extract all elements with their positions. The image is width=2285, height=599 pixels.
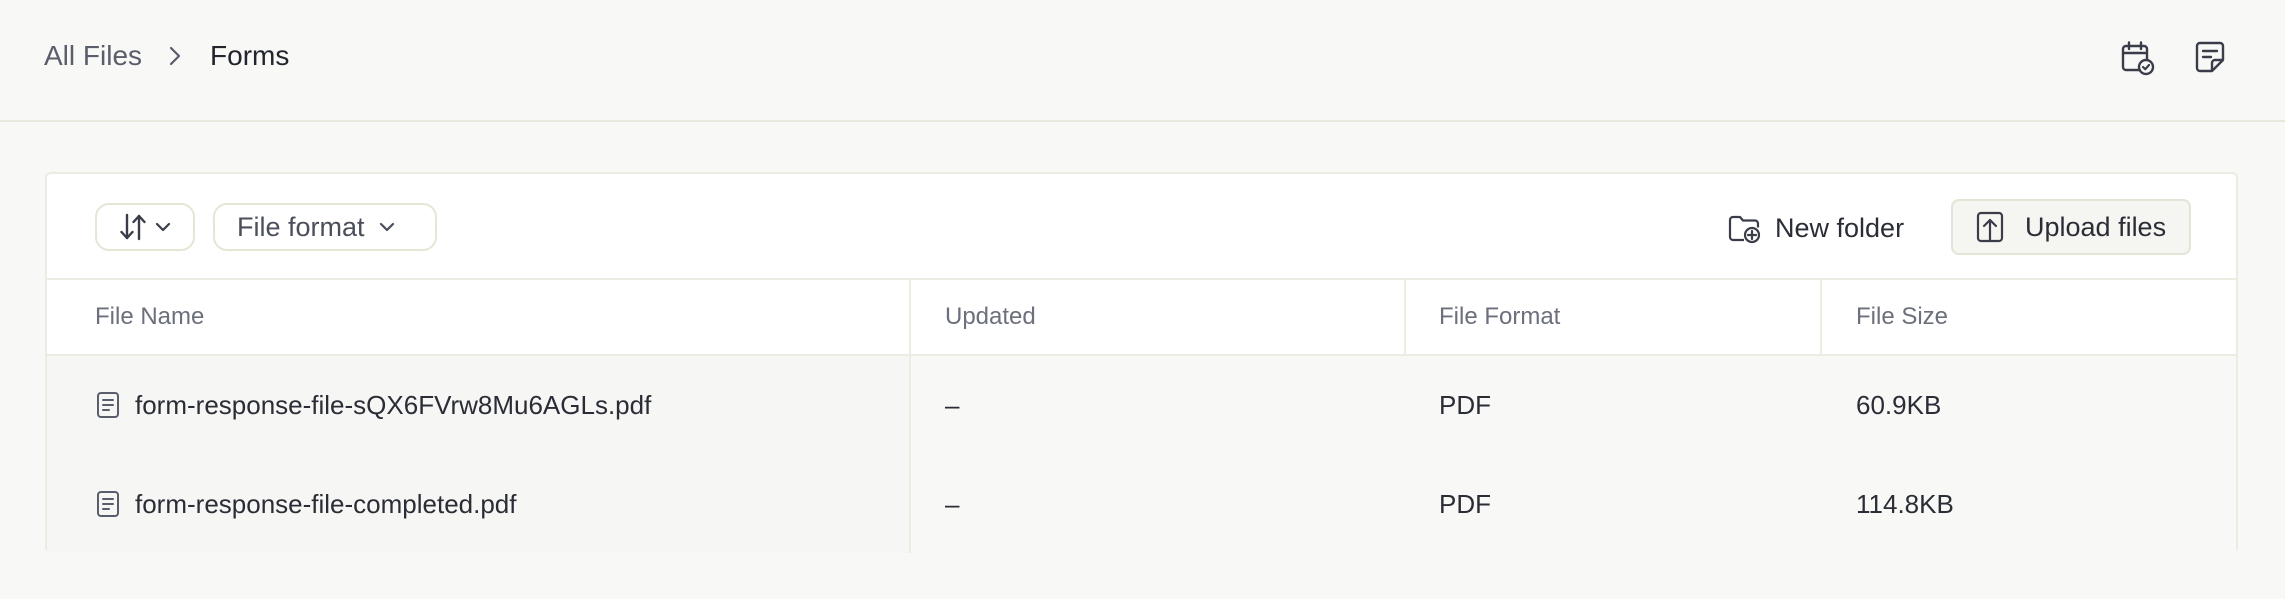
file-name-cell: form-response-file-completed.pdf bbox=[95, 455, 517, 553]
column-header-updated[interactable]: Updated bbox=[945, 280, 1036, 354]
file-format-filter[interactable]: File format bbox=[213, 203, 437, 251]
updated-cell: – bbox=[945, 488, 960, 519]
table-body: form-response-file-sQX6FVrw8Mu6AGLs.pdf … bbox=[47, 356, 2236, 553]
file-name-cell: form-response-file-sQX6FVrw8Mu6AGLs.pdf bbox=[95, 356, 651, 454]
column-header-file-format[interactable]: File Format bbox=[1439, 280, 1560, 354]
new-folder-label: New folder bbox=[1775, 212, 1905, 243]
table-row[interactable]: form-response-file-sQX6FVrw8Mu6AGLs.pdf … bbox=[47, 356, 2236, 454]
table-row[interactable]: form-response-file-completed.pdf – PDF 1… bbox=[47, 455, 2236, 553]
file-size-cell: 60.9KB bbox=[1856, 389, 1942, 420]
sticky-note-icon[interactable] bbox=[2190, 38, 2230, 78]
breadcrumb: All Files Forms bbox=[44, 36, 289, 76]
document-icon bbox=[95, 391, 121, 419]
breadcrumb-all-files[interactable]: All Files bbox=[44, 40, 142, 72]
upload-icon bbox=[1975, 210, 2005, 244]
breadcrumb-current: Forms bbox=[210, 40, 290, 71]
files-panel: File format New folder Upload files File… bbox=[45, 172, 2238, 553]
new-folder-button[interactable]: New folder bbox=[1727, 203, 1904, 253]
toolbar: File format New folder Upload files bbox=[47, 174, 2236, 280]
sort-arrows-icon bbox=[119, 212, 147, 242]
table-header: File Name Updated File Format File Size bbox=[47, 280, 2236, 356]
column-header-file-size[interactable]: File Size bbox=[1856, 280, 1948, 354]
file-name[interactable]: form-response-file-completed.pdf bbox=[135, 489, 517, 520]
file-format-label: File format bbox=[237, 211, 365, 242]
calendar-check-icon[interactable] bbox=[2117, 38, 2157, 78]
document-icon bbox=[95, 490, 121, 518]
chevron-right-icon bbox=[168, 45, 182, 67]
upload-files-label: Upload files bbox=[2025, 211, 2167, 242]
file-size-cell: 114.8KB bbox=[1856, 488, 1954, 519]
chevron-down-icon bbox=[155, 221, 171, 233]
file-format-cell: PDF bbox=[1439, 389, 1491, 420]
column-divider[interactable] bbox=[1820, 280, 1822, 354]
file-format-cell: PDF bbox=[1439, 488, 1491, 519]
column-divider[interactable] bbox=[909, 280, 911, 553]
column-header-file-name[interactable]: File Name bbox=[95, 280, 204, 354]
chevron-down-icon bbox=[379, 221, 395, 233]
column-divider[interactable] bbox=[1404, 280, 1406, 354]
top-bar: All Files Forms bbox=[0, 0, 2285, 122]
updated-cell: – bbox=[945, 389, 960, 420]
file-name[interactable]: form-response-file-sQX6FVrw8Mu6AGLs.pdf bbox=[135, 390, 651, 421]
upload-files-button[interactable]: Upload files bbox=[1951, 199, 2191, 255]
sort-button[interactable] bbox=[95, 203, 195, 251]
folder-plus-icon bbox=[1727, 211, 1761, 245]
